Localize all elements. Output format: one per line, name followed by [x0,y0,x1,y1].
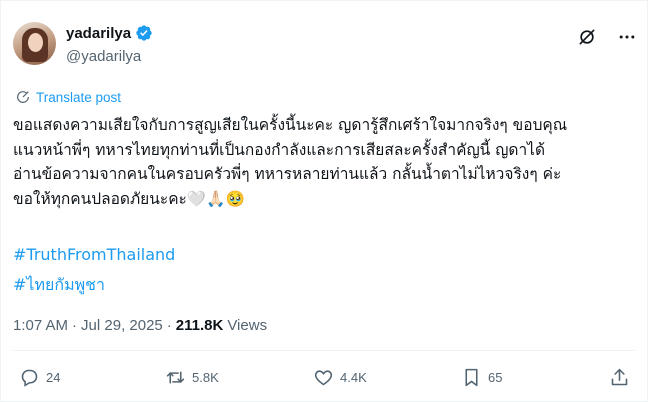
reply-icon [21,369,38,387]
reply-count: 24 [46,370,61,385]
bookmark-count: 65 [488,370,503,385]
more-icon[interactable] [617,27,637,47]
hashtag-link[interactable]: #TruthFromThailand [13,245,175,264]
share-button[interactable] [609,367,630,388]
action-bar: 24 5.8K 4.4K 65 [15,367,635,397]
meta-separator: · [166,317,172,334]
header-actions [577,27,637,47]
divider [13,350,635,351]
bookmark-button[interactable]: 65 [461,367,502,388]
repost-button[interactable]: 5.8K [165,367,219,388]
verified-badge-icon[interactable] [135,24,153,42]
translate-label: Translate post [36,89,122,105]
author-display-name[interactable]: yadarilya [66,25,131,42]
translate-icon [17,91,29,103]
post-text: ขอแสดงความเสียใจกับการสูญเสียในครั้งนี้น… [13,113,637,211]
reply-button[interactable]: 24 [19,367,60,388]
translate-post-link[interactable]: Translate post [15,89,121,105]
author-name-row: yadarilya [66,23,153,43]
meta-separator: · [72,317,78,334]
post-time[interactable]: 1:07 AM [13,317,68,334]
post-text-line: ขอให้ทุกคนปลอดภัยนะคะ🤍🙏🏻🥹 [13,189,245,208]
post-text-line: ขอแสดงความเสียใจกับการสูญเสียในครั้งนี้น… [13,116,568,134]
views-count: 211.8K [175,317,224,334]
post-meta: 1:07 AM · Jul 29, 2025 · 211.8K Views [13,317,267,334]
post-date[interactable]: Jul 29, 2025 [81,317,163,334]
grok-icon[interactable] [577,27,597,47]
avatar[interactable] [13,22,56,65]
share-icon [611,368,628,386]
heart-icon [314,370,333,386]
views-label: Views [227,317,268,334]
post-text-line: แนวหน้าพี่ๆ ทหารไทยทุกท่านที่เป็นกองกำลั… [13,140,546,159]
repost-count: 5.8K [192,370,219,385]
like-count: 4.4K [340,370,367,385]
like-button[interactable]: 4.4K [313,367,367,388]
repost-icon [166,371,185,384]
author-handle[interactable]: @yadarilya [66,48,141,65]
post-text-line: อ่านข้อความจากคนในครอบครัวพี่ๆ ทหารหลายท… [13,165,562,183]
hashtag-link[interactable]: #ไทยกัมพูชา [13,273,105,298]
bookmark-icon [465,368,478,387]
post-card: yadarilya @yadarilya Translate post ขอแส… [0,0,648,402]
